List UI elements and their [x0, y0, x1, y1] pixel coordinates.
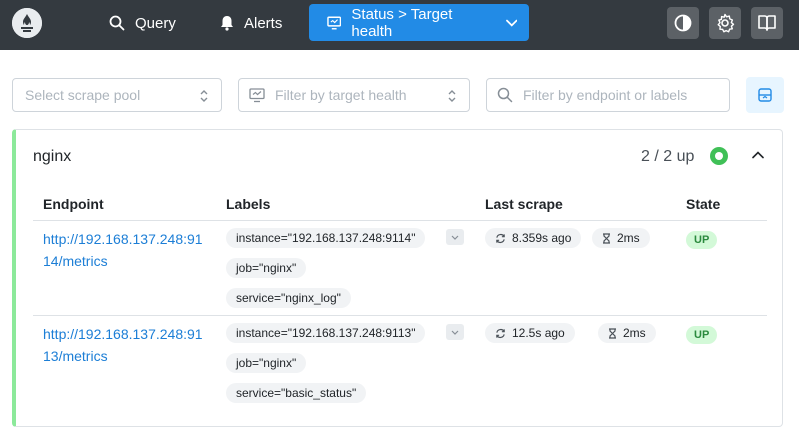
search-icon [109, 15, 125, 31]
target-health-filter[interactable]: Filter by target health [238, 78, 470, 112]
scrape-duration-value: 2ms [623, 326, 646, 340]
label-badge-instance: instance="192.168.137.248:9114" [226, 228, 426, 248]
table-divider [33, 220, 767, 221]
endpoint-link[interactable]: http://192.168.137.248:9113/metrics [43, 323, 208, 367]
settings-button[interactable] [709, 7, 741, 39]
pool-collapse-toggle[interactable] [750, 147, 766, 163]
state-badge: UP [686, 231, 718, 249]
column-header-state[interactable]: State [686, 196, 720, 212]
prometheus-logo[interactable] [12, 8, 42, 38]
selector-icon [200, 90, 208, 102]
column-header-endpoint[interactable]: Endpoint [43, 196, 104, 212]
nav-query-button[interactable]: Query [97, 5, 188, 41]
pool-up-count: 2 / 2 up [641, 148, 695, 165]
scrape-duration-badge: 2ms [592, 228, 650, 248]
label-badge-service: service="basic_status" [226, 383, 367, 403]
last-scrape-badge: 8.359s ago [485, 228, 582, 248]
refresh-icon [496, 328, 505, 338]
pool-health-indicator [710, 147, 728, 165]
label-badge-instance: instance="192.168.137.248:9113" [226, 323, 426, 343]
hourglass-icon [603, 232, 610, 244]
search-icon [497, 87, 513, 103]
label-badge-job: job="nginx" [226, 258, 307, 278]
endpoint-search-placeholder: Filter by endpoint or labels [523, 87, 688, 103]
labels-expand-button[interactable] [446, 324, 464, 340]
nav-status-label: Status > Target health [351, 5, 453, 40]
scrape-pool-select[interactable]: Select scrape pool [12, 78, 222, 112]
refresh-icon [496, 233, 505, 243]
chevron-up-icon [752, 151, 764, 159]
scrape-duration-badge: 2ms [598, 323, 656, 343]
hourglass-icon [609, 327, 616, 339]
column-header-last-scrape[interactable]: Last scrape [485, 196, 563, 212]
label-badge-service: service="nginx_log" [226, 288, 351, 308]
monitor-icon [327, 16, 342, 29]
endpoint-link[interactable]: http://192.168.137.248:9114/metrics [43, 228, 208, 272]
table-divider [33, 315, 767, 316]
last-scrape-value: 8.359s ago [512, 231, 572, 245]
bell-icon [221, 16, 233, 31]
column-header-labels[interactable]: Labels [226, 196, 270, 212]
target-health-placeholder: Filter by target health [275, 87, 407, 103]
labels-expand-button[interactable] [446, 229, 464, 245]
nav-query-label: Query [135, 14, 176, 32]
theme-toggle-button[interactable] [667, 7, 699, 39]
chevron-down-icon [451, 330, 459, 335]
documentation-button[interactable] [751, 7, 783, 39]
nav-status-menu[interactable]: Status > Target health [309, 4, 529, 41]
scrape-duration-value: 2ms [617, 231, 640, 245]
contrast-icon [674, 14, 692, 32]
last-scrape-badge: 12.5s ago [485, 323, 575, 343]
endpoint-search-input[interactable]: Filter by endpoint or labels [486, 78, 730, 112]
nav-alerts-label: Alerts [244, 14, 283, 32]
pool-name: nginx [33, 148, 72, 165]
chevron-down-icon [451, 235, 459, 240]
chevron-down-icon [505, 19, 517, 27]
last-scrape-value: 12.5s ago [512, 326, 565, 340]
selector-icon [448, 90, 456, 102]
nav-alerts-button[interactable]: Alerts [208, 5, 294, 41]
scrape-pool-placeholder: Select scrape pool [25, 87, 141, 103]
monitor-icon [249, 87, 265, 103]
book-icon [758, 15, 776, 31]
gear-icon [717, 13, 735, 33]
scrape-pool-card: nginx 2 / 2 up Endpoint Labels Last scra… [12, 129, 783, 427]
layout-collapse-icon [758, 88, 772, 102]
collapse-all-pools-button[interactable] [746, 77, 784, 113]
top-navbar: Query Alerts Status > Target health [0, 0, 799, 50]
label-badge-job: job="nginx" [226, 353, 307, 373]
state-badge: UP [686, 326, 718, 344]
